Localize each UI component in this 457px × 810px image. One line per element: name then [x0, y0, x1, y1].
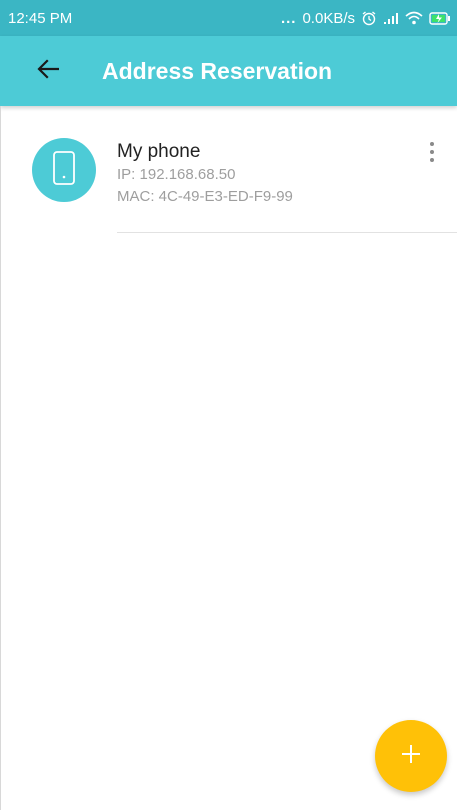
- device-name: My phone: [117, 141, 201, 162]
- device-mac: MAC: 4C-49-E3-ED-F9-99: [117, 188, 293, 205]
- device-ip: IP: 192.168.68.50: [117, 166, 236, 183]
- list-item[interactable]: My phone IP: 192.168.68.50 MAC: 4C-49-E3…: [0, 106, 457, 233]
- wifi-icon: [405, 11, 423, 25]
- device-avatar: [32, 138, 96, 202]
- status-bar: 12:45 PM ... 0.0KB/s: [0, 0, 457, 36]
- status-dots: ...: [280, 9, 297, 27]
- more-vert-icon: [429, 141, 435, 168]
- add-reservation-button[interactable]: [375, 720, 447, 792]
- more-options-button[interactable]: [418, 136, 446, 172]
- signal-icon: [383, 11, 399, 25]
- alarm-icon: [361, 10, 377, 26]
- plus-icon: [401, 744, 421, 769]
- reservation-list: My phone IP: 192.168.68.50 MAC: 4C-49-E3…: [0, 106, 457, 233]
- divider: [117, 232, 457, 233]
- page-title: Address Reservation: [102, 57, 333, 84]
- arrow-left-icon: [37, 58, 60, 84]
- network-speed: 0.0KB/s: [302, 9, 355, 27]
- battery-charging-icon: [429, 11, 451, 25]
- status-indicators: ... 0.0KB/s: [281, 10, 451, 27]
- item-details: My phone IP: 192.168.68.50 MAC: 4C-49-E3…: [117, 140, 293, 208]
- status-time: 12:45 PM: [8, 9, 73, 27]
- phone-icon: [52, 150, 76, 191]
- back-button[interactable]: [24, 47, 72, 95]
- app-bar: Address Reservation: [0, 36, 457, 106]
